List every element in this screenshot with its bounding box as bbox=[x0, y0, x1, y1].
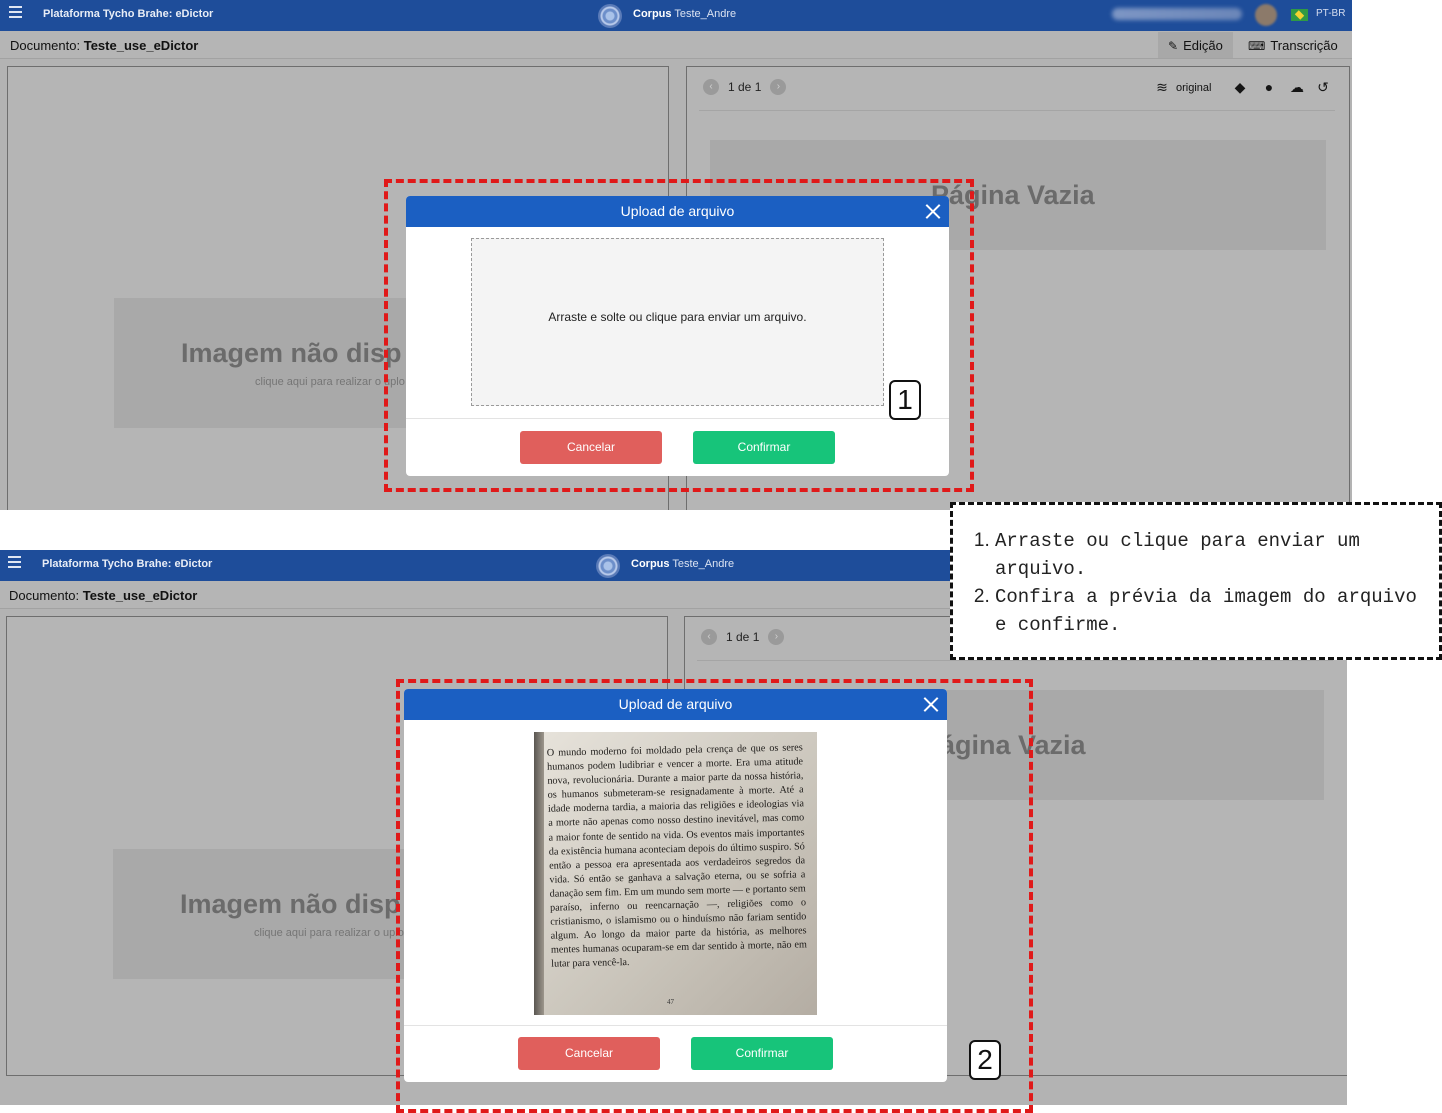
corpus-name: Teste_Andre bbox=[672, 558, 735, 570]
app-brand[interactable]: Plataforma Tycho Brahe: eDictor bbox=[43, 8, 213, 20]
language-label[interactable]: PT-BR bbox=[1316, 8, 1345, 19]
top-app-bar: Plataforma Tycho Brahe: eDictor Corpus T… bbox=[0, 0, 1352, 31]
corpus-label: Corpus bbox=[631, 558, 670, 570]
corpus-name: Teste_Andre bbox=[674, 8, 737, 20]
instructions-list: Arraste ou clique para enviar um arquivo… bbox=[971, 527, 1431, 639]
corpus-indicator: Corpus Teste_Andre bbox=[633, 8, 736, 20]
document-bar: Documento: Teste_use_eDictor ✎ Edição ⌨ Tr… bbox=[0, 31, 1352, 59]
instruction-step-1: Arraste ou clique para enviar um arquivo… bbox=[995, 527, 1431, 583]
divider bbox=[699, 110, 1335, 111]
app-brand[interactable]: Plataforma Tycho Brahe: eDictor bbox=[42, 558, 212, 570]
instruction-step-2: Confira a prévia da imagem do arquivo e … bbox=[995, 583, 1431, 639]
instructions-note: Arraste ou clique para enviar um arquivo… bbox=[950, 502, 1442, 660]
divider bbox=[697, 660, 1333, 661]
corpus-logo-icon bbox=[598, 4, 622, 28]
avatar[interactable] bbox=[1255, 4, 1277, 26]
user-name-blurred[interactable] bbox=[1112, 8, 1242, 20]
prev-page-icon[interactable]: ‹ bbox=[701, 629, 717, 645]
page-indicator: 1 de 1 bbox=[726, 630, 760, 644]
prev-page-icon[interactable]: ‹ bbox=[703, 79, 719, 95]
corpus-indicator: Corpus Teste_Andre bbox=[631, 558, 734, 570]
comments-icon[interactable]: ☁ bbox=[1288, 79, 1306, 95]
pager: ‹ 1 de 1 › bbox=[703, 79, 787, 95]
view-mode-label[interactable]: original bbox=[1176, 82, 1211, 94]
tab-edicao[interactable]: ✎ Edição bbox=[1158, 32, 1233, 58]
hamburger-icon[interactable] bbox=[8, 556, 21, 568]
layers-icon[interactable]: ≋ bbox=[1153, 79, 1171, 95]
highlight-box-step-1 bbox=[384, 179, 974, 492]
corpus-label: Corpus bbox=[633, 8, 672, 20]
undo-icon[interactable]: ↺ bbox=[1314, 79, 1332, 95]
corpus-logo-icon bbox=[596, 554, 620, 578]
no-image-title: Imagem não disp bbox=[181, 338, 402, 368]
step-number-2: 2 bbox=[969, 1040, 1001, 1080]
document-label: Documento: Teste_use_eDictor bbox=[9, 588, 198, 603]
step-number-1: 1 bbox=[889, 380, 921, 420]
hamburger-icon[interactable] bbox=[9, 6, 22, 18]
tags-icon[interactable]: ◆ bbox=[1231, 79, 1249, 95]
upload-hint[interactable]: clique aqui para realizar o uplo bbox=[255, 376, 405, 388]
document-name: Teste_use_eDictor bbox=[83, 38, 199, 53]
document-name: Teste_use_eDictor bbox=[82, 588, 198, 603]
highlight-box-step-2 bbox=[396, 679, 1033, 1113]
tab-transcricao[interactable]: ⌨ Transcrição bbox=[1238, 32, 1348, 58]
next-page-icon[interactable]: › bbox=[768, 629, 785, 645]
keyboard-icon: ⌨ bbox=[1248, 39, 1266, 53]
no-image-title: Imagem não disp bbox=[180, 889, 401, 919]
next-page-icon[interactable]: › bbox=[770, 79, 787, 95]
document-label: Documento: Teste_use_eDictor bbox=[10, 38, 199, 53]
brazil-flag-icon[interactable] bbox=[1291, 9, 1308, 21]
edit-icon: ✎ bbox=[1168, 39, 1179, 53]
pager: ‹ 1 de 1 › bbox=[701, 629, 785, 645]
page-indicator: 1 de 1 bbox=[728, 80, 762, 94]
info-icon[interactable]: ● bbox=[1260, 79, 1278, 95]
upload-hint[interactable]: clique aqui para realizar o uplo bbox=[254, 927, 404, 939]
